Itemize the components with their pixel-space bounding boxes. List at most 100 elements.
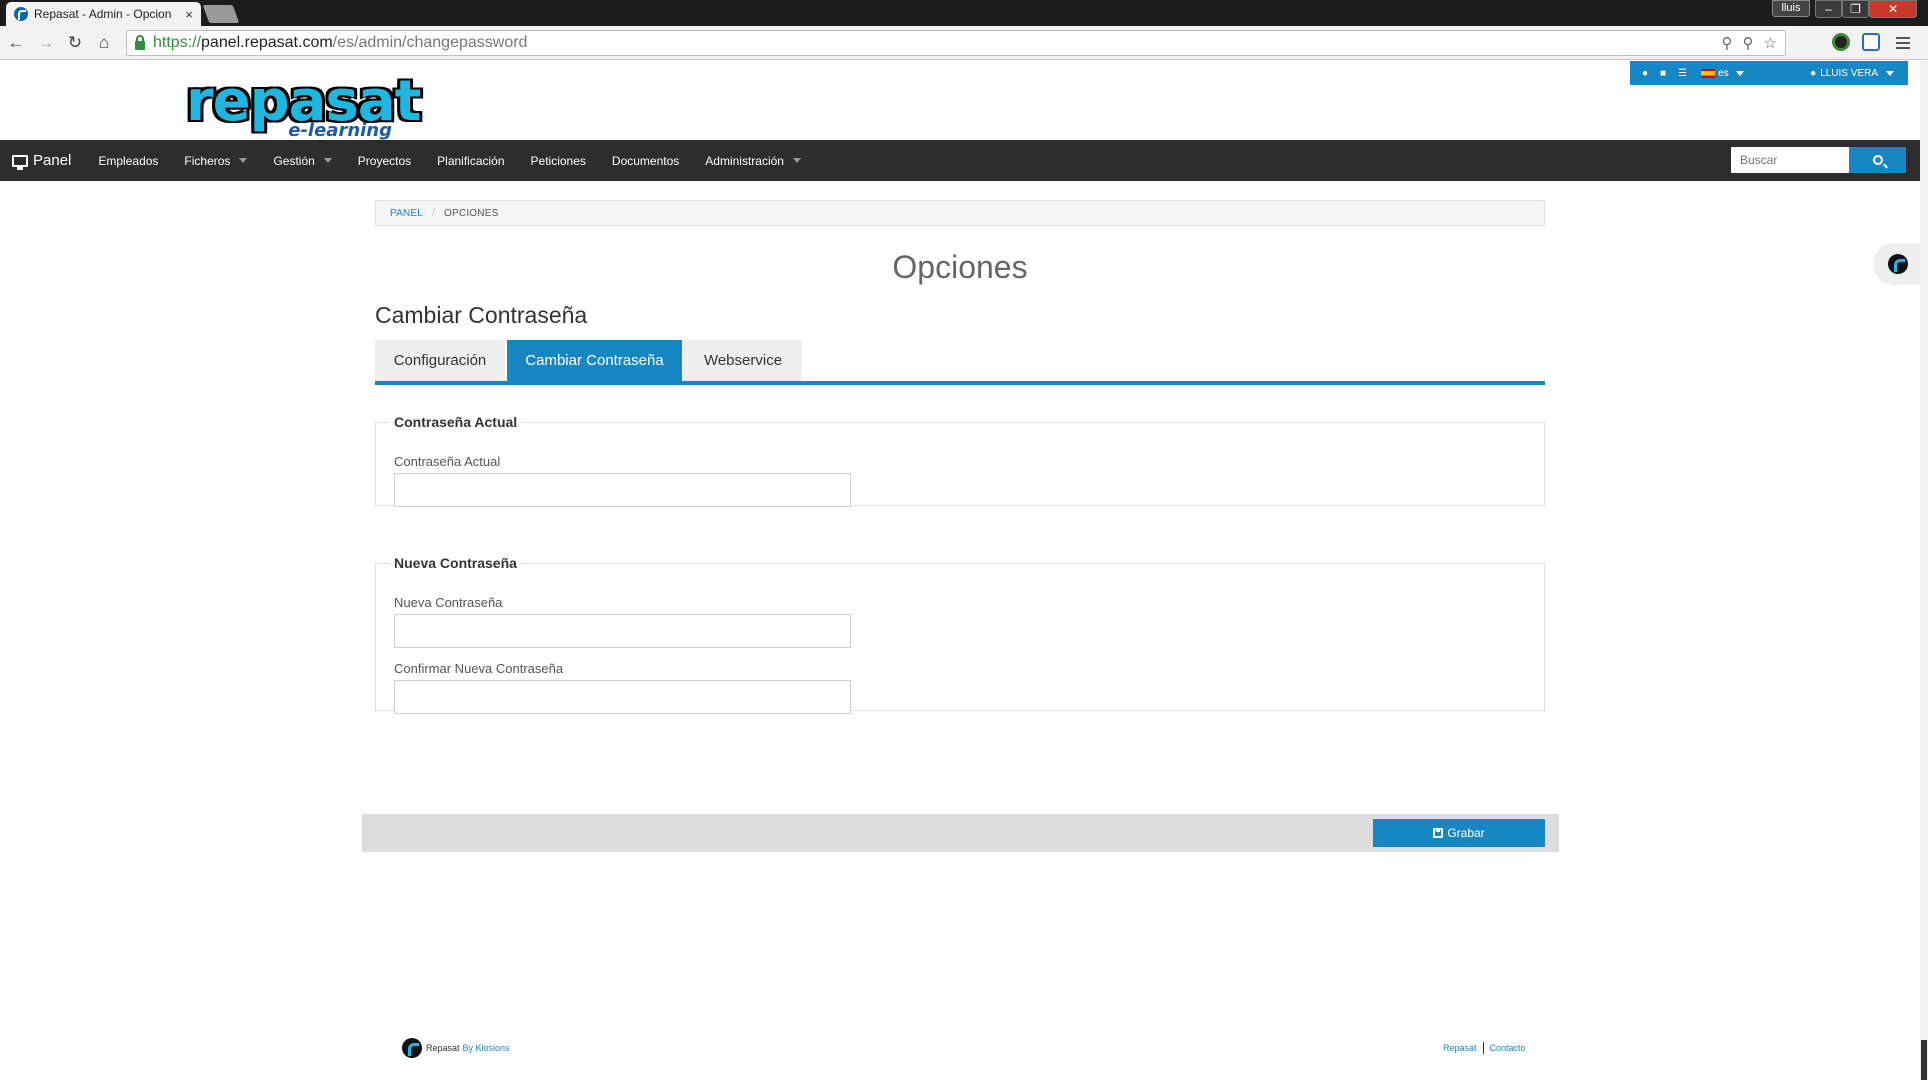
zoom-icon[interactable]: ⚲ [1722, 34, 1733, 52]
extension-icon[interactable] [1832, 33, 1850, 51]
new-password-label: Nueva Contraseña [394, 595, 503, 610]
options-tabs: Configuración Cambiar Contraseña Webserv… [375, 340, 1545, 385]
footer-divider [1482, 1042, 1484, 1054]
page-title: Opciones [892, 249, 1028, 285]
browser-menu-icon[interactable] [1896, 34, 1910, 52]
repasat-logo[interactable]: repasat e-learning [186, 74, 421, 142]
breadcrumb-home-link[interactable]: PANEL [390, 208, 423, 219]
tab-cambiar-contrasena[interactable]: Cambiar Contraseña [507, 340, 682, 381]
close-window-button[interactable]: ✕ [1869, 0, 1917, 18]
close-tab-icon[interactable]: × [185, 7, 193, 22]
search-input[interactable] [1731, 147, 1849, 173]
briefcase-icon[interactable]: ■ [1660, 68, 1666, 79]
section-title: Cambiar Contraseña [375, 302, 588, 328]
window-user-badge[interactable]: lluis [1772, 0, 1810, 17]
save-button-label: Grabar [1447, 826, 1485, 840]
nav-item-label: Documentos [611, 153, 680, 168]
forward-icon[interactable]: → [36, 33, 56, 53]
repasat-favicon-icon [14, 7, 28, 21]
nav-item-administracion[interactable]: Administración [692, 140, 814, 181]
nav-item-gestion[interactable]: Gestión [260, 140, 344, 181]
repasat-logo-icon [1888, 254, 1908, 274]
new-password-field[interactable] [394, 614, 851, 648]
chevron-down-icon [323, 158, 332, 163]
minimize-button[interactable]: – [1815, 0, 1842, 18]
nav-item-label: Ficheros [184, 153, 231, 168]
browser-tab[interactable]: Repasat - Admin - Opcion × [6, 2, 201, 26]
current-password-field[interactable] [394, 473, 851, 507]
key-icon[interactable]: ⚲ [1743, 34, 1754, 52]
language-selector[interactable]: es [1701, 68, 1744, 79]
repasat-logo-icon [402, 1038, 422, 1058]
nav-item-ficheros[interactable]: Ficheros [171, 140, 260, 181]
back-icon[interactable]: ← [6, 33, 26, 53]
bookmark-star-icon[interactable]: ☆ [1764, 34, 1777, 52]
footer-link-contacto[interactable]: Contacto [1490, 1043, 1526, 1053]
nav-item-label: Peticiones [530, 153, 586, 168]
footer-credit: Repasat By Klosions [402, 1038, 510, 1058]
browser-titlebar: Repasat - Admin - Opcion × lluis – ❐ ✕ [0, 0, 1928, 26]
footer-brand: Repasat [426, 1043, 460, 1053]
save-button[interactable]: Grabar [1373, 819, 1545, 847]
monitor-icon [12, 154, 28, 170]
footer-klosions-link[interactable]: By Klosions [463, 1043, 510, 1053]
confirm-password-label: Confirmar Nueva Contraseña [394, 661, 564, 676]
scrollbar[interactable] [1920, 61, 1928, 1080]
nav-item-peticiones[interactable]: Peticiones [518, 140, 599, 181]
nav-item-empleados[interactable]: Empleados [85, 140, 171, 181]
breadcrumb: PANEL / OPCIONES [375, 200, 1545, 226]
browser-tab-title: Repasat - Admin - Opcion [34, 7, 172, 21]
nav-brand-label: Panel [33, 152, 72, 169]
chevron-down-icon [239, 158, 248, 163]
nav-item-label: Planificación [437, 153, 505, 168]
language-code: es [1718, 67, 1729, 79]
chevron-down-icon [792, 158, 801, 163]
search-button[interactable] [1849, 147, 1906, 173]
footer-links: Repasat Contacto [1440, 1042, 1526, 1054]
nav-item-label: Proyectos [357, 153, 412, 168]
scrollbar-thumb[interactable] [1921, 1040, 1927, 1080]
url-host: panel.repasat.com [201, 34, 333, 51]
nav-item-label: Empleados [98, 153, 159, 168]
extension-icon[interactable] [1862, 33, 1880, 51]
spain-flag-icon [1701, 68, 1716, 78]
user-menu[interactable]: ● LLUIS VERA [1810, 68, 1894, 79]
nav-brand-panel[interactable]: Panel [12, 152, 72, 170]
lock-icon [135, 34, 145, 50]
address-bar[interactable]: https://panel.repasat.com/es/admin/chang… [126, 30, 1786, 56]
logo-subtext: e-learning [288, 120, 392, 141]
current-password-label: Contraseña Actual [394, 454, 501, 469]
user-icon[interactable]: ● [1642, 68, 1648, 79]
tab-configuracion[interactable]: Configuración [375, 340, 505, 381]
list-icon[interactable]: ☰ [1678, 68, 1687, 79]
user-icon: ● [1810, 67, 1817, 79]
nav-item-label: Gestión [273, 153, 315, 168]
maximize-button[interactable]: ❐ [1842, 0, 1869, 18]
nav-item-label: Administración [705, 153, 784, 168]
breadcrumb-separator: / [432, 207, 436, 219]
utility-bar: ● ■ ☰ es ● LLUIS VERA [1630, 61, 1908, 85]
confirm-password-field[interactable] [394, 680, 851, 714]
nav-item-documentos[interactable]: Documentos [599, 140, 692, 181]
page: ● ■ ☰ es ● LLUIS VERA repasat e-learning… [0, 61, 1920, 1080]
main-navbar: Panel Empleados Ficheros Gestión Proyect… [0, 140, 1920, 181]
footer-link-repasat[interactable]: Repasat [1443, 1043, 1477, 1053]
floating-help-badge[interactable] [1873, 243, 1920, 285]
browser-toolbar: ← → ↻ ⌂ https://panel.repasat.com/es/adm… [0, 26, 1928, 60]
chevron-down-icon [1886, 70, 1894, 76]
nav-item-proyectos[interactable]: Proyectos [345, 140, 424, 181]
new-password-fieldset: Nueva Contraseña Nueva Contraseña Confir… [375, 555, 1545, 714]
url-path: /es/admin/changepassword [332, 34, 528, 51]
chevron-down-icon [1735, 70, 1744, 76]
new-tab-button[interactable] [202, 5, 240, 23]
home-icon[interactable]: ⌂ [94, 33, 114, 53]
reload-icon[interactable]: ↻ [65, 33, 85, 53]
current-password-fieldset: Contraseña Actual Contraseña Actual [375, 414, 1545, 507]
url-scheme: https:// [153, 34, 202, 51]
breadcrumb-current: OPCIONES [444, 207, 499, 219]
tab-webservice[interactable]: Webservice [684, 340, 802, 381]
floppy-disk-icon [1433, 828, 1444, 838]
current-password-legend: Contraseña Actual [394, 414, 518, 430]
nav-item-planificacion[interactable]: Planificación [424, 140, 517, 181]
user-name: LLUIS VERA [1820, 67, 1878, 79]
